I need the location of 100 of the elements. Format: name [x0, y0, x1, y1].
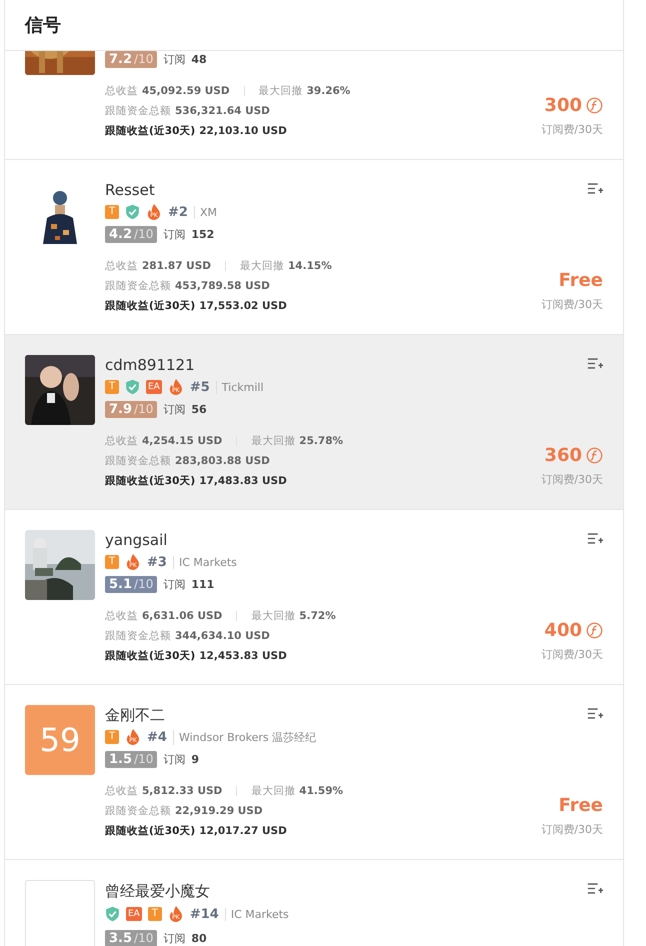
stat-value: 5.72%	[299, 610, 336, 622]
add-to-list-icon[interactable]	[587, 532, 603, 545]
stat-label: 最大回撤	[258, 84, 303, 98]
stat-value: 536,321.64 USD	[175, 105, 270, 118]
rank-label: #4	[147, 730, 167, 745]
stat-value: 283,803.88 USD	[175, 455, 270, 468]
stat-label: 跟随收益(近30天)	[105, 649, 196, 664]
stat-label: 最大回撤	[251, 434, 296, 448]
ea-badge: EA	[146, 380, 162, 394]
trader-name[interactable]: 金刚不二	[105, 706, 165, 725]
coin-icon	[586, 447, 603, 464]
stat-label: 跟随资金总额	[105, 454, 171, 468]
stat-value: 12,453.83 USD	[199, 650, 287, 662]
broker-name[interactable]: IC Markets	[224, 908, 289, 920]
trader-badge: T	[105, 730, 119, 744]
stat-label: 跟随资金总额	[105, 104, 171, 118]
rank-label: #5	[190, 380, 210, 395]
fee-period: 订阅费/30天	[541, 472, 603, 487]
stat-label: 跟随资金总额	[105, 279, 171, 294]
stat-label: 总收益	[105, 784, 138, 798]
coin-icon	[586, 622, 603, 639]
price-value: 400	[544, 620, 582, 641]
rank-label: #2	[168, 204, 188, 220]
stat-value: 4,254.15 USD	[142, 435, 222, 448]
price-value: 360	[544, 445, 582, 466]
add-to-list-icon[interactable]	[587, 182, 603, 195]
stat-value: 281.87 USD	[142, 260, 211, 272]
stat-label: 跟随收益(近30天)	[105, 474, 196, 488]
stat-label: 总收益	[105, 434, 138, 448]
add-to-list-icon[interactable]	[587, 882, 603, 895]
stat-value: 344,634.10 USD	[175, 630, 270, 642]
stat-label: 总收益	[105, 84, 138, 98]
stat-label: 跟随收益(近30天)	[105, 824, 196, 838]
score-badge: 3.5/10	[105, 930, 158, 946]
score-badge: 5.1/10	[105, 576, 158, 594]
trader-badge: T	[105, 205, 119, 220]
trader-name[interactable]: 曾经最爱小魔女	[105, 882, 210, 900]
fee-period: 订阅费/30天	[541, 647, 603, 662]
shield-check-icon	[125, 379, 140, 396]
subscription-label: 订阅	[163, 227, 186, 242]
subscription-label: 订阅	[163, 752, 186, 768]
stat-value: 453,789.58 USD	[175, 280, 270, 292]
stat-value: 12,017.27 USD	[199, 825, 287, 838]
broker-name[interactable]: XM	[194, 206, 217, 219]
avatar-tile: 59	[25, 705, 95, 775]
trader-badge: T	[148, 907, 162, 921]
trader-name[interactable]: Resset	[105, 181, 155, 200]
stat-label: 最大回撤	[240, 259, 284, 274]
stat-value: 22,919.29 USD	[175, 805, 263, 818]
broker-name[interactable]: Windsor Brokers 温莎经纪	[172, 730, 316, 745]
broker-name[interactable]: IC Markets	[172, 556, 237, 569]
score-badge: 7.9/10	[105, 401, 158, 418]
shield-check-icon	[105, 906, 120, 922]
page-title: 信号	[25, 14, 61, 37]
trader-badge: T	[105, 380, 119, 394]
add-to-list-icon[interactable]	[587, 357, 603, 370]
stat-value: 22,103.10 USD	[199, 125, 287, 138]
price-value: 300	[544, 95, 582, 116]
avatar-placeholder	[25, 880, 95, 946]
subscription-label: 订阅	[163, 52, 186, 68]
ea-badge: EA	[126, 907, 142, 921]
trader-name[interactable]: cdm891121	[105, 356, 195, 374]
subscription-count: 56	[191, 403, 207, 416]
stat-label: 跟随收益(近30天)	[105, 124, 196, 138]
subscription-label: 订阅	[163, 930, 186, 946]
subscription-count: 9	[191, 753, 199, 766]
stat-value: 39.26%	[306, 85, 350, 98]
stat-value: 6,631.06 USD	[142, 610, 222, 622]
price-value: Free	[558, 795, 603, 816]
stat-value: 45,092.59 USD	[142, 85, 230, 98]
trader-badge: T	[105, 555, 119, 570]
shield-check-icon	[125, 204, 140, 220]
score-badge: 7.2/10	[105, 51, 158, 68]
stat-label: 最大回撤	[251, 784, 296, 798]
fee-period: 订阅费/30天	[541, 822, 603, 837]
stat-label: 跟随收益(近30天)	[105, 299, 196, 314]
subscription-count: 80	[191, 932, 207, 944]
stat-label: 最大回撤	[251, 609, 296, 624]
add-to-list-icon[interactable]	[587, 707, 603, 720]
subscription-label: 订阅	[163, 577, 186, 592]
stat-value: 17,553.02 USD	[199, 300, 287, 312]
rank-label: #3	[147, 554, 167, 570]
stat-value: 5,812.33 USD	[142, 785, 222, 798]
stat-value: 41.59%	[299, 785, 344, 798]
trader-name[interactable]: yangsail	[105, 531, 168, 550]
score-badge: 4.2/10	[105, 226, 158, 244]
stat-label: 总收益	[105, 259, 138, 274]
stat-label: 总收益	[105, 609, 138, 624]
fee-period: 订阅费/30天	[541, 297, 603, 312]
coin-icon	[586, 97, 603, 114]
stat-value: 17,483.83 USD	[199, 475, 287, 488]
fee-period: 订阅费/30天	[541, 122, 603, 137]
stat-value: 25.78%	[299, 435, 344, 448]
stat-label: 跟随资金总额	[105, 629, 171, 644]
stat-label: 跟随资金总额	[105, 804, 171, 818]
price-value: Free	[558, 270, 603, 291]
subscription-label: 订阅	[163, 402, 186, 418]
rank-label: #14	[190, 906, 219, 922]
signal-card[interactable]: 7.2/10 订阅 48 总收益 45,092.59 USD 最大回撤 39.26% 跟随资金总额 536,321.64 USD 跟随收益(近30天) 22,103.10 USD 300 订阅费/30天	[5, 51, 623, 160]
subscription-count: 48	[191, 53, 207, 66]
